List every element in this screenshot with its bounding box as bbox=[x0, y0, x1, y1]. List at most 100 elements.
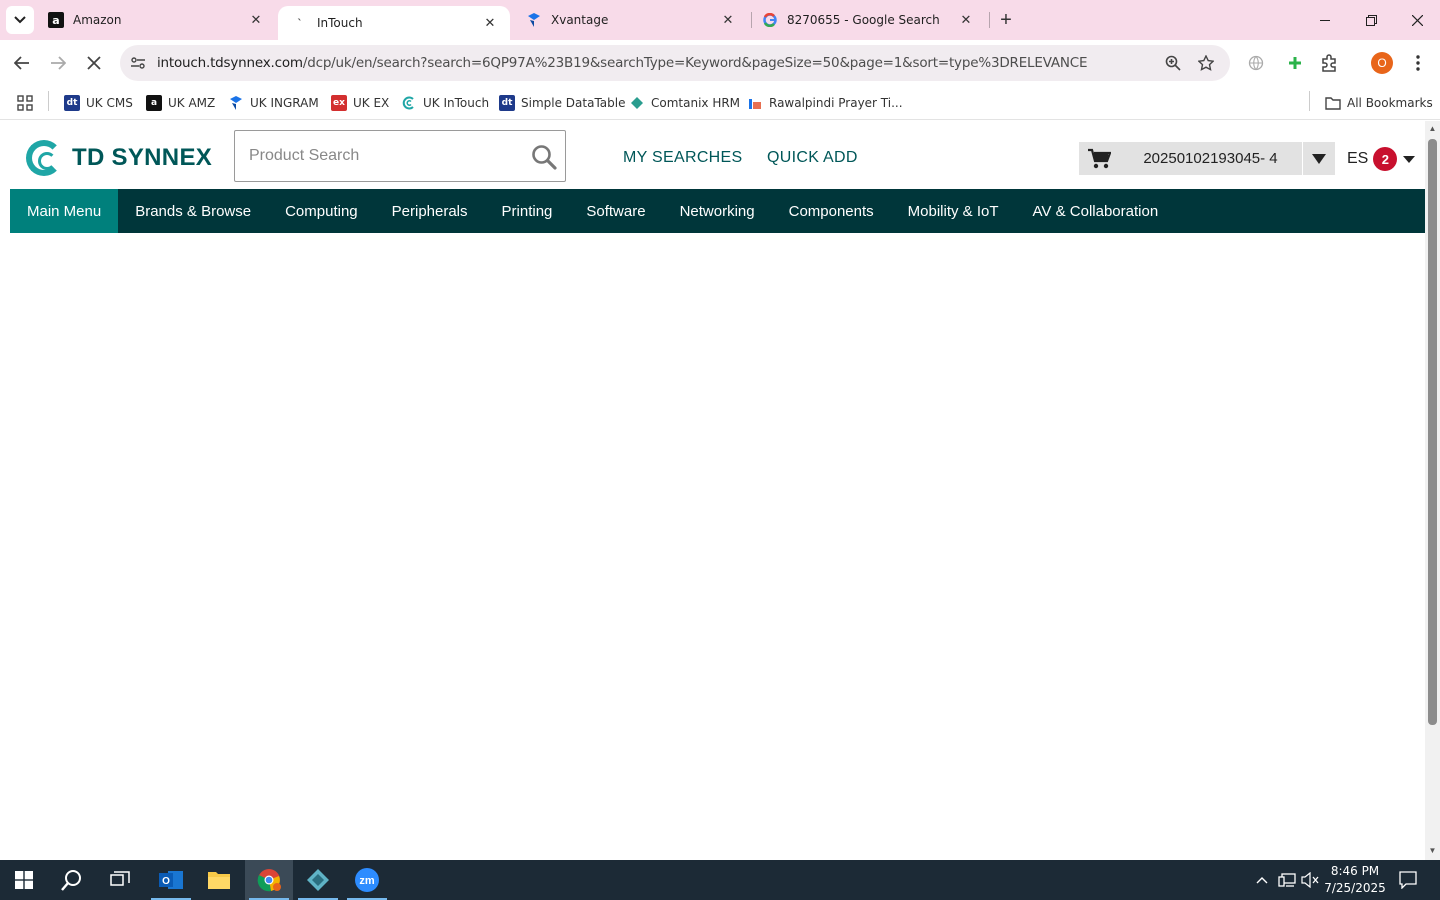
bookmark-uk-intouch[interactable]: UK InTouch bbox=[401, 92, 489, 114]
extension-plus-icon[interactable] bbox=[1284, 52, 1306, 74]
ex-icon: ex bbox=[331, 95, 347, 111]
bookmark-uk-amz[interactable]: a UK AMZ bbox=[146, 92, 215, 114]
bookmark-uk-cms[interactable]: dt UK CMS bbox=[64, 92, 133, 114]
bookmark-simple-datatable[interactable]: dt Simple DataTable bbox=[499, 92, 625, 114]
search-icon[interactable] bbox=[531, 144, 557, 170]
my-searches-link[interactable]: MY SEARCHES bbox=[623, 149, 742, 167]
close-icon[interactable]: ✕ bbox=[248, 12, 264, 28]
nav-av-collaboration[interactable]: AV & Collaboration bbox=[1016, 189, 1176, 233]
network-icon[interactable] bbox=[1276, 860, 1298, 900]
quick-add-link[interactable]: QUICK ADD bbox=[767, 149, 858, 167]
nav-networking[interactable]: Networking bbox=[663, 189, 772, 233]
nav-computing[interactable]: Computing bbox=[268, 189, 375, 233]
nav-main-menu[interactable]: Main Menu bbox=[10, 189, 119, 233]
zoom-icon[interactable] bbox=[1162, 53, 1184, 73]
bookmark-label: UK CMS bbox=[86, 96, 133, 110]
back-button[interactable] bbox=[7, 48, 37, 78]
scroll-down-icon[interactable]: ▼ bbox=[1428, 846, 1437, 856]
close-icon[interactable]: ✕ bbox=[958, 12, 974, 28]
nav-software[interactable]: Software bbox=[569, 189, 662, 233]
nav-components[interactable]: Components bbox=[772, 189, 891, 233]
all-bookmarks-button[interactable]: All Bookmarks bbox=[1325, 92, 1433, 114]
user-initials: ES bbox=[1347, 150, 1369, 167]
taskbar-file-explorer[interactable] bbox=[195, 860, 243, 900]
windows-taskbar: O zm 8:46 PM 7/25/2025 bbox=[0, 860, 1440, 900]
kebab-menu-icon[interactable] bbox=[1407, 52, 1429, 74]
tab-separator bbox=[751, 12, 752, 28]
tab-amazon[interactable]: a Amazon ✕ bbox=[40, 0, 276, 40]
url-path: /dcp/uk/en/search?search=6QP97A%23B19&se… bbox=[302, 55, 1088, 71]
windows-logo-icon bbox=[15, 871, 33, 889]
product-search-box bbox=[234, 130, 566, 182]
close-icon[interactable]: ✕ bbox=[720, 12, 736, 28]
google-icon bbox=[762, 12, 778, 28]
task-view-button[interactable] bbox=[96, 860, 144, 900]
action-center-button[interactable] bbox=[1394, 860, 1422, 900]
chrome-icon bbox=[257, 869, 281, 892]
page-scrollbar[interactable]: ▲ ▼ bbox=[1425, 121, 1440, 860]
cart-selector[interactable]: 20250102193045- 4 bbox=[1079, 142, 1335, 175]
arrow-right-icon bbox=[51, 56, 66, 70]
url-text[interactable]: intouch.tdsynnex.com/dcp/uk/en/search?se… bbox=[157, 55, 1088, 71]
tab-intouch[interactable]: ` InTouch ✕ bbox=[278, 6, 510, 40]
new-tab-button[interactable]: + bbox=[994, 8, 1018, 32]
forward-button[interactable] bbox=[43, 48, 73, 78]
bookmark-label: Rawalpindi Prayer Ti... bbox=[769, 96, 903, 110]
nav-peripherals[interactable]: Peripherals bbox=[375, 189, 485, 233]
zoom-app-icon: zm bbox=[355, 868, 379, 892]
taskbar-outlook[interactable]: O bbox=[147, 860, 195, 900]
volume-muted-icon[interactable] bbox=[1300, 860, 1320, 900]
page-content: TD SYNNEX MY SEARCHES QUICK ADD 20250102… bbox=[0, 121, 1425, 860]
apps-grid-icon[interactable] bbox=[17, 92, 33, 114]
amazon-a-icon: a bbox=[146, 95, 162, 111]
user-menu[interactable]: ES 2 bbox=[1347, 147, 1416, 171]
profile-avatar[interactable]: O bbox=[1371, 52, 1393, 74]
nav-brands-browse[interactable]: Brands & Browse bbox=[118, 189, 268, 233]
close-icon[interactable]: ✕ bbox=[482, 15, 498, 31]
taskbar-chrome[interactable] bbox=[245, 860, 293, 900]
tab-strip: a Amazon ✕ ` InTouch ✕ Xvantage ✕ 827065… bbox=[0, 0, 1440, 40]
task-view-icon bbox=[110, 871, 130, 886]
product-search-input[interactable] bbox=[249, 145, 519, 167]
folder-icon bbox=[208, 872, 230, 889]
xvantage-icon bbox=[228, 95, 244, 111]
tab-search-button[interactable] bbox=[6, 6, 34, 34]
nav-printing[interactable]: Printing bbox=[485, 189, 570, 233]
system-clock[interactable]: 8:46 PM 7/25/2025 bbox=[1318, 863, 1392, 897]
bookmark-star-icon[interactable] bbox=[1195, 53, 1217, 73]
clock-time: 8:46 PM bbox=[1330, 864, 1380, 878]
tab-xvantage[interactable]: Xvantage ✕ bbox=[516, 0, 748, 40]
site-info-icon[interactable] bbox=[128, 53, 148, 73]
td-synnex-logo[interactable]: TD SYNNEX bbox=[26, 140, 212, 176]
taskbar-search-button[interactable] bbox=[48, 860, 96, 900]
bookmark-uk-ex[interactable]: ex UK EX bbox=[331, 92, 389, 114]
bookmark-uk-ingram[interactable]: UK INGRAM bbox=[228, 92, 319, 114]
taskbar-app-diamond[interactable] bbox=[294, 860, 342, 900]
extensions-puzzle-icon[interactable] bbox=[1318, 52, 1340, 74]
show-hidden-icons-button[interactable] bbox=[1252, 860, 1272, 900]
cart-dropdown-button[interactable] bbox=[1302, 142, 1335, 175]
nav-mobility-iot[interactable]: Mobility & IoT bbox=[891, 189, 1016, 233]
bookmark-rawalpindi-prayer[interactable]: Rawalpindi Prayer Ti... bbox=[747, 92, 903, 114]
amazon-a-icon: a bbox=[48, 12, 64, 28]
scrollbar-thumb[interactable] bbox=[1428, 139, 1437, 725]
restore-button[interactable] bbox=[1348, 0, 1394, 40]
td-synnex-icon bbox=[401, 95, 417, 111]
bookmark-label: UK AMZ bbox=[168, 96, 216, 110]
bookmark-comtanix-hrm[interactable]: Comtanix HRM bbox=[629, 92, 740, 114]
minimize-button[interactable] bbox=[1302, 0, 1348, 40]
scroll-up-icon[interactable]: ▲ bbox=[1428, 124, 1437, 134]
search-icon bbox=[61, 870, 81, 891]
start-button[interactable] bbox=[0, 860, 48, 900]
tab-google-search[interactable]: 8270655 - Google Search ✕ bbox=[754, 0, 986, 40]
bookmark-favicon-icon: dt bbox=[499, 95, 515, 111]
browser-toolbar: intouch.tdsynnex.com/dcp/uk/en/search?se… bbox=[0, 40, 1440, 86]
address-bar[interactable]: intouch.tdsynnex.com/dcp/uk/en/search?se… bbox=[120, 45, 1230, 81]
bookmark-label: UK INGRAM bbox=[250, 96, 319, 110]
stop-loading-button[interactable] bbox=[79, 48, 109, 78]
url-host: intouch.tdsynnex.com bbox=[157, 55, 303, 71]
translate-globe-icon[interactable] bbox=[1245, 52, 1267, 74]
taskbar-zoom[interactable]: zm bbox=[343, 860, 391, 900]
close-icon bbox=[1411, 14, 1423, 26]
close-window-button[interactable] bbox=[1394, 0, 1440, 40]
